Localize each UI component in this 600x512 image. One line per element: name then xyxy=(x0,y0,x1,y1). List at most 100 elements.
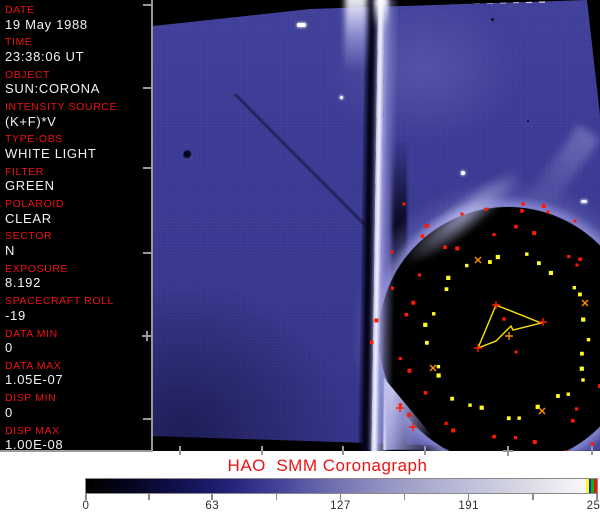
field-label: TIME xyxy=(5,36,33,49)
field-value: -19 xyxy=(5,307,26,323)
red-inner-fiducial-ring-dot xyxy=(423,391,428,395)
field-label: POLAROID xyxy=(5,198,65,211)
image-viewport xyxy=(153,0,600,451)
colorbar-tick xyxy=(148,494,150,500)
yellow-fiducial-ring-dot xyxy=(536,261,541,266)
colorbar-stripe xyxy=(591,479,594,493)
fiducial-dot xyxy=(514,350,518,354)
red-inner-fiducial-ring-dot xyxy=(398,356,402,361)
field-value: 23:38:06 UT xyxy=(5,48,85,64)
cross-marker xyxy=(474,256,482,264)
red-inner-fiducial-ring-dot xyxy=(532,440,537,445)
red-inner-fiducial-ring-dot xyxy=(578,257,582,261)
bottom-axis-tick xyxy=(179,446,181,455)
field-value: 19 May 1988 xyxy=(5,16,88,32)
field-label: DATA MIN xyxy=(5,327,58,340)
red-inner-fiducial-ring-dot xyxy=(411,300,416,305)
red-outer-fiducial-ring-dot xyxy=(390,286,395,290)
yellow-fiducial-ring-dot xyxy=(432,312,436,316)
yellow-fiducial-ring-dot xyxy=(580,351,584,356)
yellow-fiducial-ring-dot xyxy=(525,252,529,256)
field-value: 8.192 xyxy=(5,275,42,291)
metadata-field: SPACECRAFT ROLL -19 xyxy=(5,296,150,322)
fiducial-dot xyxy=(521,202,525,206)
field-label: INTENSITY SOURCE xyxy=(5,101,118,114)
left-axis-tick xyxy=(143,167,152,169)
field-label: DATE xyxy=(5,4,35,16)
bottom-axis-tick xyxy=(591,446,593,455)
yellow-fiducial-ring-dot xyxy=(506,416,511,421)
fiducial-dot xyxy=(575,263,579,267)
sun-center-bottom-mark xyxy=(507,446,509,456)
colorbar-tick xyxy=(532,494,534,500)
colorbar-tick-label: 63 xyxy=(205,500,220,512)
metadata-field: FILTER GREEN xyxy=(5,167,150,193)
field-value: WHITE LIGHT xyxy=(5,145,97,161)
metadata-field: DATA MIN 0 xyxy=(5,327,150,354)
red-inner-fiducial-ring-dot xyxy=(455,246,460,251)
metadata-field: EXPOSURE 8.192 xyxy=(5,264,150,290)
yellow-fiducial-ring-dot xyxy=(423,322,428,327)
yellow-fiducial-ring-dot xyxy=(495,254,500,260)
metadata-field: TYPE-OBS WHITE LIGHT xyxy=(5,134,150,160)
field-label: SPACECRAFT ROLL xyxy=(5,295,114,308)
metadata-field: POLAROID CLEAR xyxy=(5,199,150,225)
fiducial-dot xyxy=(460,212,464,216)
left-axis-tick xyxy=(143,87,152,89)
left-axis-tick xyxy=(143,252,152,254)
red-inner-fiducial-ring-dot xyxy=(532,231,537,236)
red-inner-fiducial-ring-dot xyxy=(574,407,579,411)
red-outer-fiducial-ring-dot xyxy=(564,450,568,451)
yellow-fiducial-ring-dot xyxy=(566,392,570,396)
coronagraph-viewer: { "window": {"title": "HAO SMM Coronagra… xyxy=(0,0,600,512)
field-label: EXPOSURE xyxy=(5,262,69,275)
field-value: 0 xyxy=(5,404,13,420)
yellow-fiducial-ring-dot xyxy=(479,405,484,410)
plus-marker xyxy=(539,318,547,326)
metadata-field: DATE 19 May 1988 xyxy=(5,5,150,31)
field-label: SECTOR xyxy=(5,230,53,243)
field-value: GREEN xyxy=(5,178,55,194)
fiducial-overlay xyxy=(369,202,600,451)
red-outer-fiducial-ring-dot xyxy=(520,209,524,213)
frame-horizontal-line xyxy=(0,450,153,452)
metadata-field: DISP MIN 0 xyxy=(5,393,150,419)
colorbar-stripe xyxy=(588,479,591,493)
field-label: DISP MAX xyxy=(5,424,60,437)
metadata-field: INTENSITY SOURCE (K+F)*V xyxy=(5,102,150,128)
field-value: (K+F)*V xyxy=(5,113,57,129)
yellow-fiducial-ring-dot xyxy=(488,260,492,264)
red-inner-fiducial-ring-dot xyxy=(443,245,447,250)
metadata-field: SECTOR N xyxy=(5,231,150,257)
colorbar-tick xyxy=(403,494,406,500)
cross-marker xyxy=(538,407,546,415)
plus-marker xyxy=(474,344,482,352)
red-inner-fiducial-ring-dot xyxy=(571,418,575,423)
bottom-axis-tick xyxy=(424,446,426,455)
yellow-fiducial-ring-dot xyxy=(548,270,554,276)
red-outer-fiducial-ring-dot xyxy=(407,412,412,417)
colorbar-stripe xyxy=(594,479,597,493)
fiducial-dot xyxy=(402,202,406,206)
red-inner-fiducial-ring-dot xyxy=(404,312,409,317)
plot-title: HAO SMM Coronagraph xyxy=(227,456,428,475)
yellow-fiducial-ring-dot xyxy=(517,416,521,420)
field-value: CLEAR xyxy=(5,210,52,226)
red-inner-fiducial-ring-dot xyxy=(451,428,456,433)
cross-marker xyxy=(581,299,589,307)
yellow-fiducial-ring-dot xyxy=(579,366,584,371)
colorbar xyxy=(85,478,598,494)
colorbar-tick-label: 127 xyxy=(330,500,351,512)
red-inner-fiducial-ring-dot xyxy=(514,224,518,229)
sun-center-left-mark xyxy=(146,331,148,341)
red-outer-fiducial-ring-dot xyxy=(374,318,379,323)
colorbar-tick-label: 191 xyxy=(458,500,480,512)
metadata-field: DISP MAX 1.00E-08 xyxy=(5,426,150,452)
cross-marker xyxy=(429,364,437,372)
yellow-fiducial-ring-dot xyxy=(578,292,582,297)
fiducial-dot xyxy=(573,219,577,223)
fiducial-dot xyxy=(581,378,585,382)
red-inner-fiducial-ring-dot xyxy=(417,273,422,277)
colorbar-tick-label: 255 xyxy=(586,500,600,512)
plus-marker xyxy=(396,404,404,412)
